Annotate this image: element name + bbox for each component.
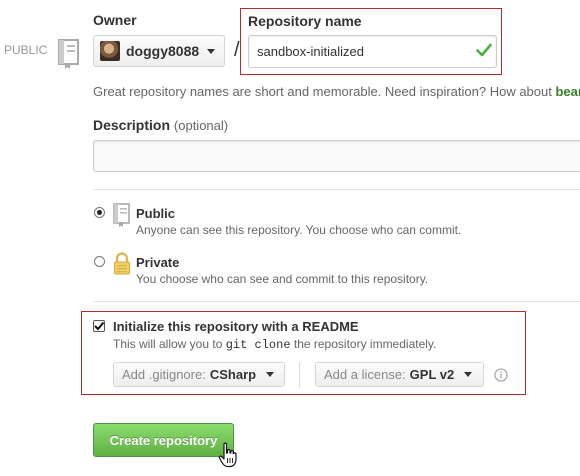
- public-option-title: Public: [136, 206, 176, 221]
- lock-icon: [112, 251, 132, 282]
- repo-name-label: Repository name: [248, 13, 362, 29]
- checkmark-icon: [94, 321, 105, 331]
- radio-selected-dot: [97, 210, 102, 215]
- repo-name-input[interactable]: [248, 35, 497, 68]
- repo-name-hint: Great repository names are short and mem…: [93, 84, 580, 99]
- check-icon: [476, 43, 492, 62]
- chevron-down-icon: [464, 372, 473, 377]
- initialize-title: Initialize this repository with a README: [113, 319, 359, 334]
- description-input[interactable]: [93, 140, 580, 172]
- divider: [93, 301, 580, 302]
- gitignore-prefix: Add .gitignore:: [122, 367, 206, 382]
- hand-cursor-icon: [218, 442, 238, 473]
- description-label-text: Description: [93, 117, 171, 133]
- repo-book-icon: [112, 202, 132, 233]
- owner-username: doggy8088: [126, 43, 200, 59]
- name-suggestion-link[interactable]: bean: [555, 84, 580, 99]
- owner-label: Owner: [93, 12, 137, 28]
- public-radio[interactable]: [94, 207, 105, 218]
- chevron-down-icon: [207, 48, 216, 54]
- repo-book-icon: [57, 38, 81, 75]
- initialize-desc: This will allow you to git clone the rep…: [113, 337, 436, 352]
- private-option-desc: You choose who can see and commit to thi…: [136, 272, 429, 286]
- chevron-down-icon: [266, 372, 275, 377]
- private-option-title: Private: [136, 255, 180, 270]
- initialize-checkbox[interactable]: [93, 320, 105, 332]
- optional-text: (optional): [173, 118, 229, 133]
- git-clone-code: git clone: [225, 338, 291, 352]
- avatar: [100, 41, 120, 61]
- public-option-desc: Anyone can see this repository. You choo…: [136, 223, 462, 237]
- initialize-desc-after: the repository immediately.: [290, 337, 437, 351]
- gitignore-dropdown[interactable]: Add .gitignore: CSharp: [113, 362, 285, 387]
- divider: [93, 189, 580, 190]
- info-icon[interactable]: [494, 368, 508, 387]
- license-prefix: Add a license:: [324, 367, 406, 382]
- hint-text: Great repository names are short and mem…: [93, 84, 556, 99]
- owner-repo-separator: /: [234, 39, 240, 61]
- vertical-divider: [299, 362, 300, 388]
- create-repository-button[interactable]: Create repository: [93, 423, 234, 457]
- description-label: Description (optional): [93, 117, 228, 133]
- owner-select[interactable]: doggy8088: [93, 35, 225, 67]
- public-tag: PUBLIC: [4, 43, 48, 57]
- private-radio[interactable]: [94, 256, 105, 267]
- gitignore-value: CSharp: [209, 367, 257, 382]
- license-dropdown[interactable]: Add a license: GPL v2: [315, 362, 484, 387]
- initialize-desc-before: This will allow you to: [113, 337, 226, 351]
- license-value: GPL v2: [409, 367, 455, 382]
